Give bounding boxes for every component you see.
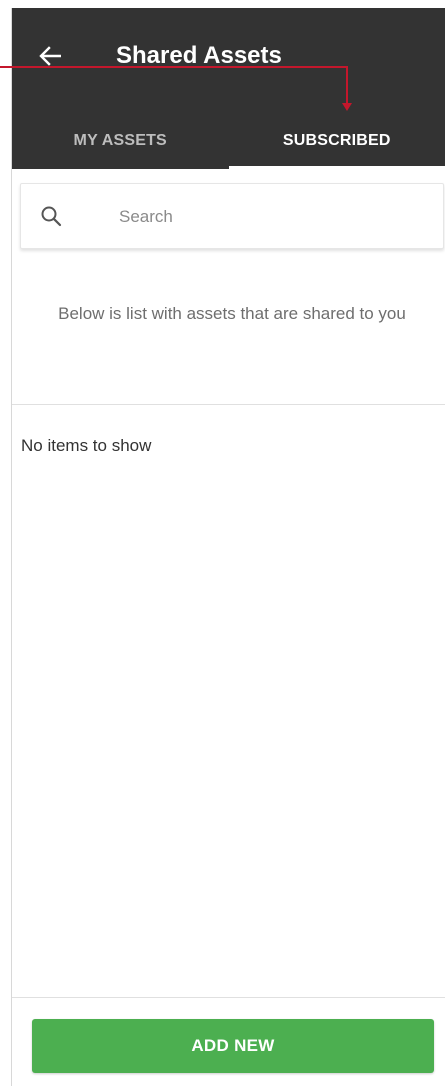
tab-my-assets[interactable]: MY ASSETS — [12, 112, 229, 169]
search-icon[interactable] — [39, 204, 63, 228]
empty-state-message: No items to show — [21, 436, 152, 455]
annotation-arrowhead — [342, 103, 352, 111]
search-input[interactable] — [117, 198, 421, 236]
footer-divider — [12, 997, 445, 998]
back-button[interactable] — [32, 38, 68, 74]
app-bar: Shared Assets MY ASSETS SUBSCRIBED — [12, 8, 445, 169]
active-tab-indicator — [228, 166, 445, 169]
tab-label: SUBSCRIBED — [282, 131, 391, 149]
annotation-line-horizontal — [0, 66, 348, 68]
add-new-button[interactable]: ADD NEW — [32, 1019, 434, 1073]
description-text: Below is list with assets that are share… — [58, 304, 406, 323]
list-divider-top — [12, 404, 445, 405]
page: Shared Assets MY ASSETS SUBSCRIBED Below… — [0, 0, 445, 1086]
tab-subscribed[interactable]: SUBSCRIBED — [228, 112, 445, 169]
tab-label: MY ASSETS — [73, 131, 167, 149]
arrow-left-icon — [39, 46, 61, 66]
tab-bar: MY ASSETS SUBSCRIBED — [12, 112, 445, 169]
app-screen: Shared Assets MY ASSETS SUBSCRIBED Below… — [11, 8, 445, 1086]
annotation-line-vertical — [346, 66, 348, 104]
search-bar — [20, 183, 444, 249]
